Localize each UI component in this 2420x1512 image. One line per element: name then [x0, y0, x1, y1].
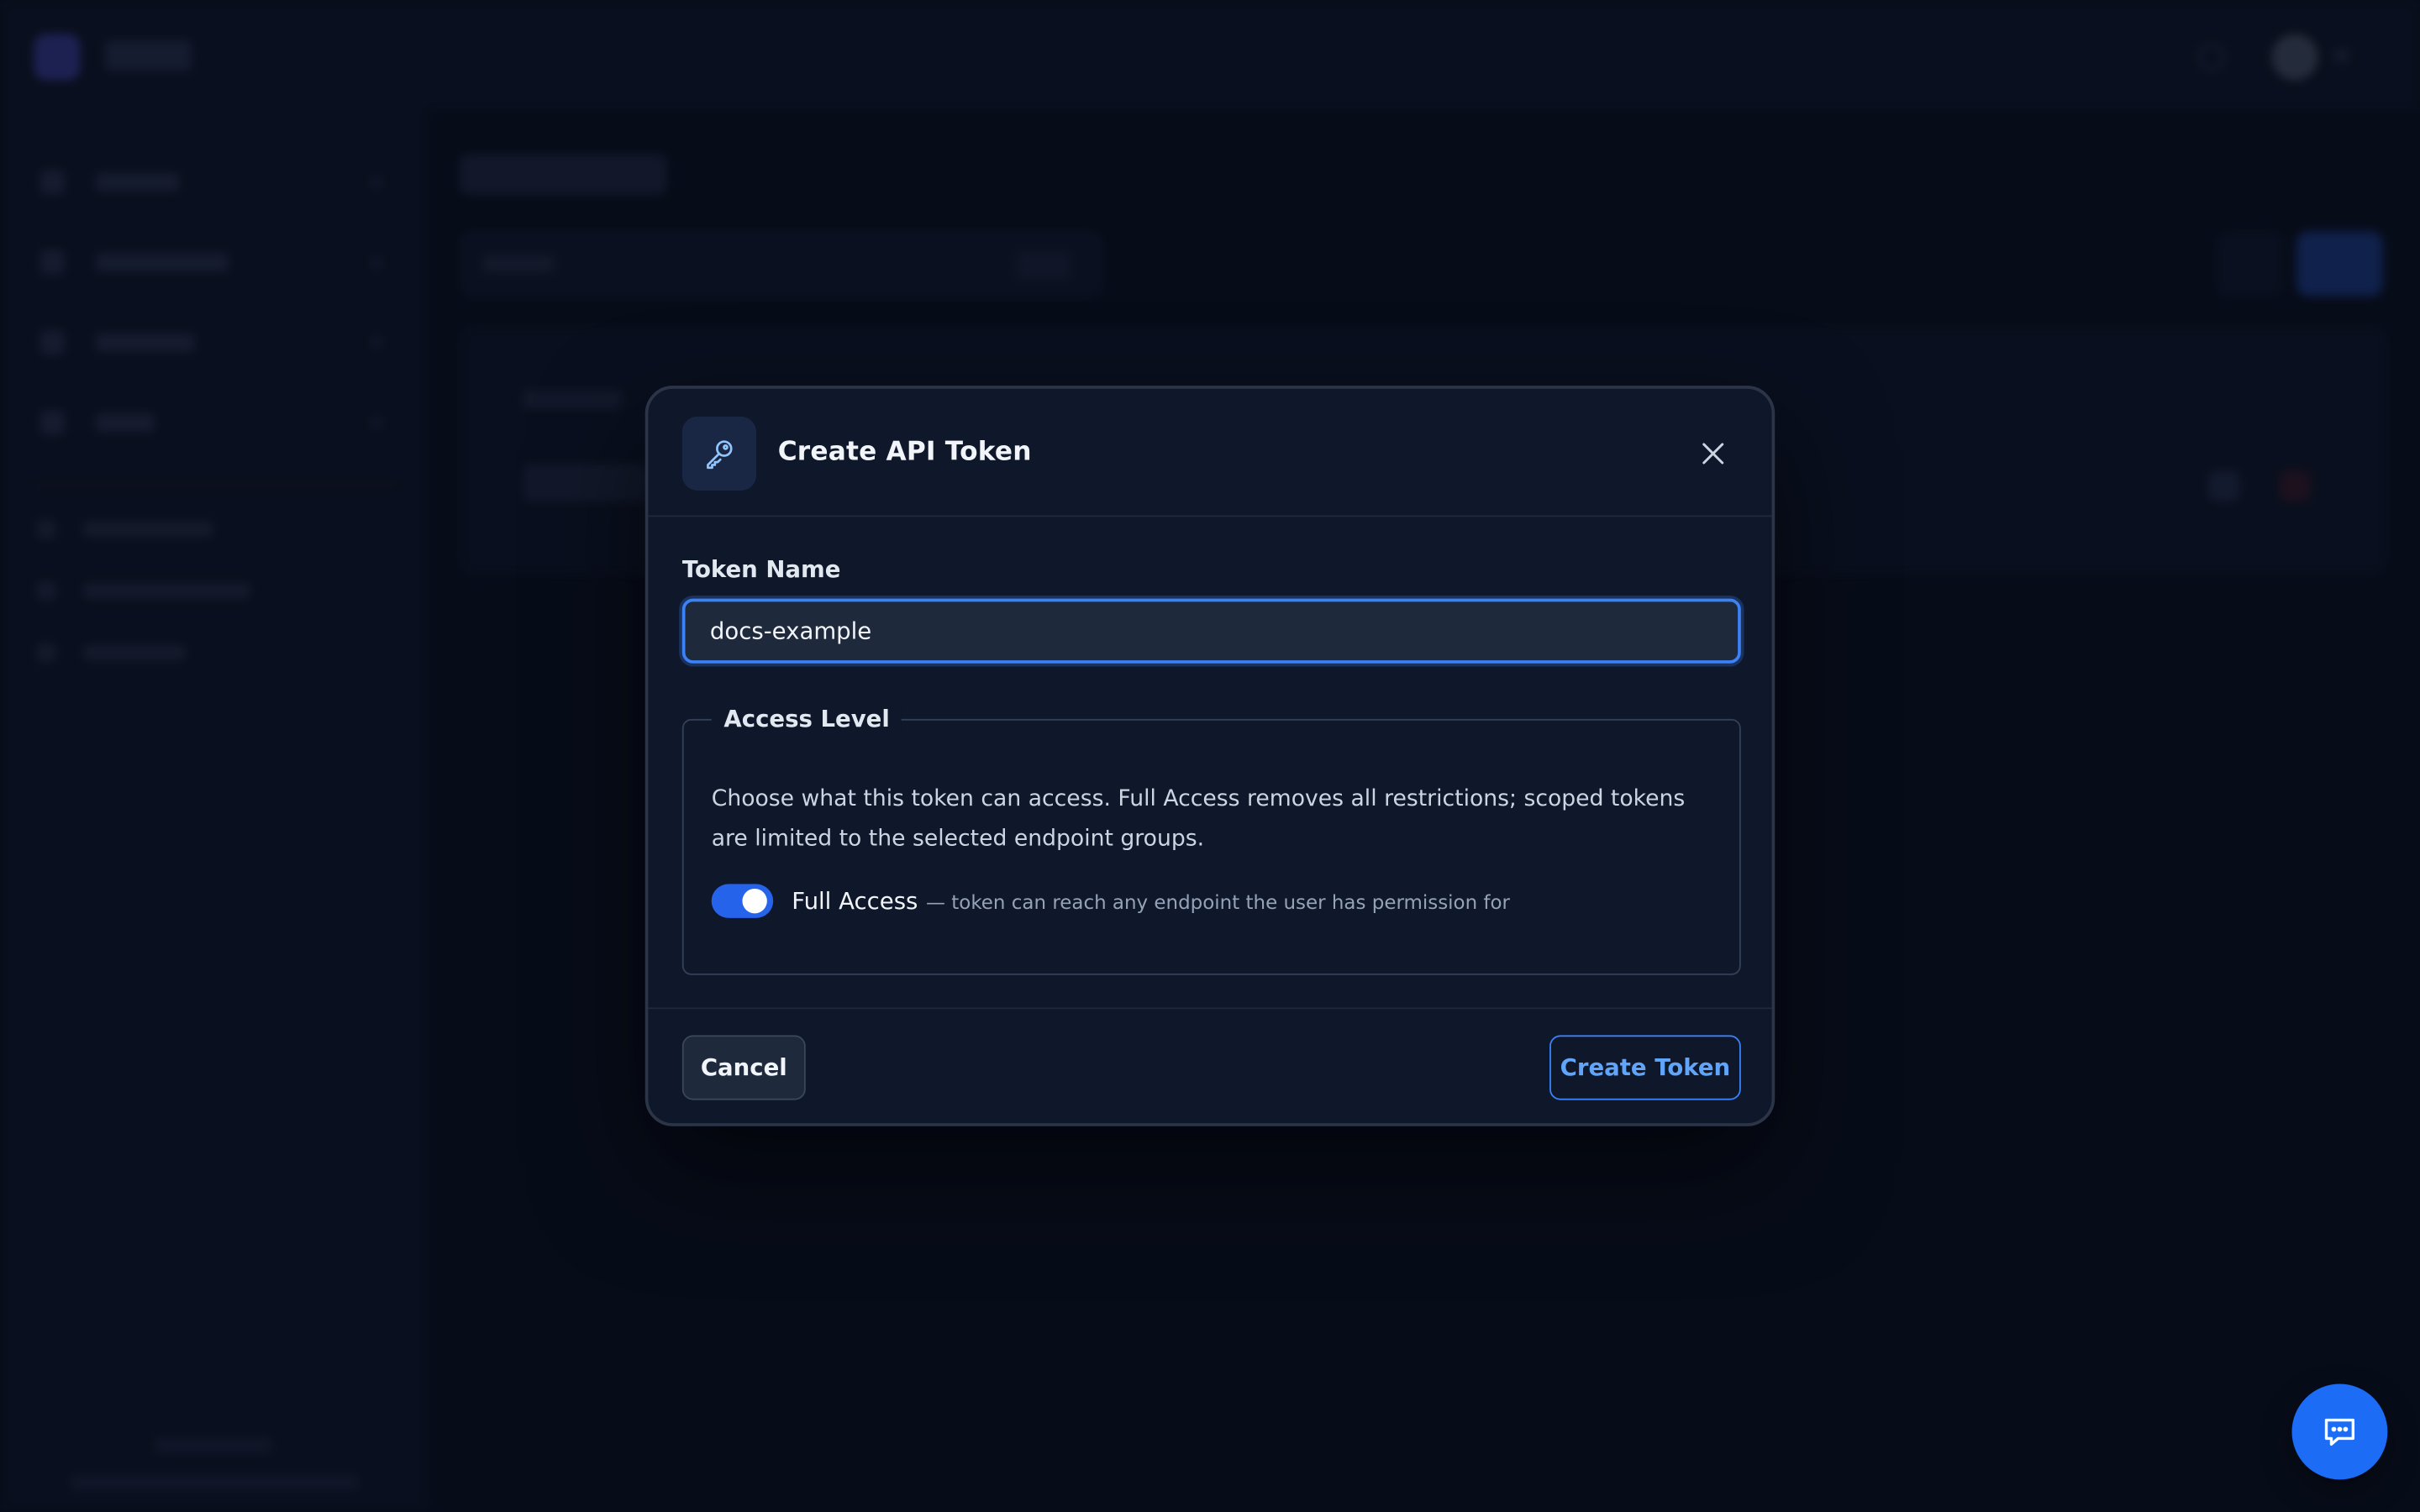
full-access-label[interactable]: Full Access	[792, 887, 918, 915]
token-name-input[interactable]	[681, 598, 1741, 664]
dialog-footer-divider	[648, 1007, 1772, 1010]
dialog-header: Create API Token	[648, 389, 1772, 517]
create-token-button[interactable]: Create Token	[1549, 1035, 1741, 1100]
access-level-fieldset: Access Level Choose what this token can …	[681, 705, 1741, 975]
create-token-dialog: Create API Token Token Name Access Level…	[644, 386, 1776, 1126]
chat-icon	[2324, 1418, 2355, 1446]
full-access-toggle[interactable]	[711, 884, 774, 918]
close-button[interactable]	[1695, 435, 1732, 472]
key-icon	[681, 416, 756, 491]
access-level-legend: Access Level	[711, 705, 902, 733]
close-icon	[1702, 443, 1724, 465]
dialog-title: Create API Token	[777, 436, 1032, 468]
cancel-button[interactable]: Cancel	[681, 1035, 806, 1100]
token-name-label: Token Name	[681, 555, 841, 584]
access-level-description: Choose what this token can access. Full …	[711, 786, 1686, 852]
chat-button[interactable]	[2291, 1383, 2388, 1480]
toggle-knob	[742, 888, 767, 914]
full-access-hint: — token can reach any endpoint the user …	[926, 890, 1511, 914]
